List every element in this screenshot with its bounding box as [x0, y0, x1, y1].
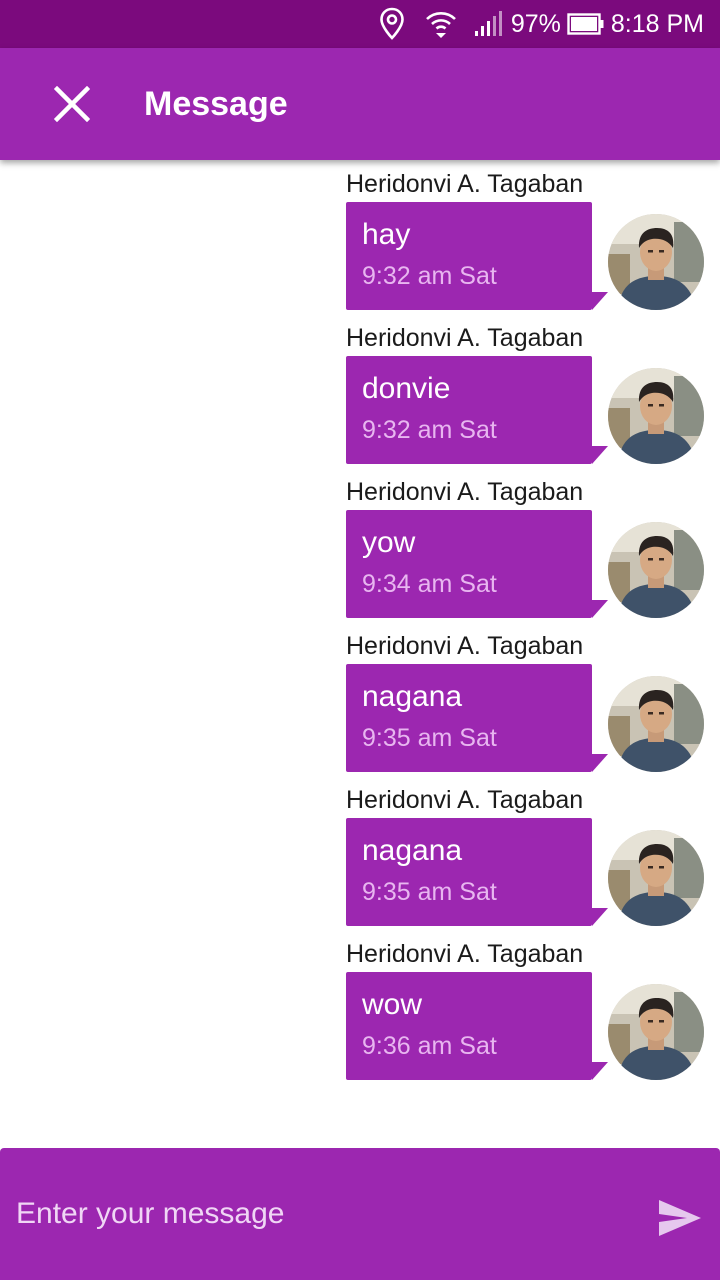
message-sender: Heridonvi A. Tagaban [346, 324, 584, 352]
avatar-photo-shape [674, 530, 704, 590]
bubble-tail [592, 908, 608, 926]
avatar-photo-shape [659, 1020, 664, 1023]
avatar[interactable] [608, 368, 704, 464]
avatar-photo-shape [674, 684, 704, 744]
status-bar: 97% 8:18 PM [0, 0, 720, 48]
avatar-photo-shape [648, 558, 653, 561]
avatar[interactable] [608, 984, 704, 1080]
app-bar: Message [0, 48, 720, 160]
bubble-tail [592, 754, 608, 772]
message-sender: Heridonvi A. Tagaban [346, 786, 584, 814]
message-text: nagana [362, 834, 463, 867]
message-item[interactable]: Heridonvi A. Tagaban nagana 9:35 am Sat [0, 622, 720, 776]
message-item[interactable]: Heridonvi A. Tagaban wow 9:36 am Sat [0, 930, 720, 1084]
bubble-tail [592, 292, 608, 310]
avatar-photo-shape [648, 250, 653, 253]
avatar-photo-shape [648, 404, 653, 407]
message-bubble[interactable]: nagana 9:35 am Sat [346, 818, 592, 926]
battery-percent: 97% [510, 9, 561, 38]
avatar-photo [608, 830, 704, 926]
avatar-photo-shape [659, 558, 664, 561]
avatar-photo-shape [648, 712, 653, 715]
message-bubble[interactable]: yow 9:34 am Sat [346, 510, 592, 618]
avatar-photo-shape [648, 1020, 653, 1023]
message-list[interactable]: Heridonvi A. Tagaban hay 9:32 am Sat Her… [0, 160, 720, 1148]
signal-icon [473, 11, 503, 37]
message-text: nagana [362, 680, 463, 713]
avatar-photo [608, 522, 704, 618]
avatar-photo-shape [659, 712, 664, 715]
message-text: wow [362, 988, 423, 1021]
send-icon [659, 1200, 701, 1236]
message-item[interactable]: Heridonvi A. Tagaban donvie 9:32 am Sat [0, 314, 720, 468]
avatar-photo [608, 368, 704, 464]
location-icon [379, 7, 405, 41]
avatar[interactable] [608, 830, 704, 926]
avatar-photo-shape [648, 866, 653, 869]
clock: 8:18 PM [610, 9, 704, 38]
message-input[interactable] [16, 1184, 616, 1244]
message-sender: Heridonvi A. Tagaban [346, 632, 584, 660]
message-timestamp: 9:32 am Sat [362, 262, 497, 290]
message-bubble[interactable]: wow 9:36 am Sat [346, 972, 592, 1080]
avatar[interactable] [608, 676, 704, 772]
bubble-tail [592, 446, 608, 464]
avatar-photo-shape [674, 838, 704, 898]
message-sender: Heridonvi A. Tagaban [346, 170, 584, 198]
avatar-photo [608, 984, 704, 1080]
message-sender: Heridonvi A. Tagaban [346, 478, 584, 506]
battery-icon [567, 13, 605, 35]
message-sender: Heridonvi A. Tagaban [346, 940, 584, 968]
message-timestamp: 9:35 am Sat [362, 724, 497, 752]
message-bubble[interactable]: nagana 9:35 am Sat [346, 664, 592, 772]
message-timestamp: 9:35 am Sat [362, 878, 497, 906]
message-bubble[interactable]: donvie 9:32 am Sat [346, 356, 592, 464]
message-text: yow [362, 526, 416, 559]
wifi-icon [425, 9, 457, 39]
message-text: donvie [362, 372, 451, 405]
message-item[interactable]: Heridonvi A. Tagaban nagana 9:35 am Sat [0, 776, 720, 930]
avatar-photo-shape [659, 250, 664, 253]
message-timestamp: 9:32 am Sat [362, 416, 497, 444]
avatar[interactable] [608, 214, 704, 310]
avatar-photo-shape [659, 866, 664, 869]
message-item[interactable]: Heridonvi A. Tagaban hay 9:32 am Sat [0, 160, 720, 314]
message-text: hay [362, 218, 411, 251]
avatar-photo [608, 676, 704, 772]
message-timestamp: 9:34 am Sat [362, 570, 497, 598]
bubble-tail [592, 1062, 608, 1080]
avatar-photo-shape [674, 222, 704, 282]
avatar-photo-shape [674, 376, 704, 436]
page-title: Message [144, 85, 288, 123]
message-composer [0, 1148, 720, 1280]
close-icon [54, 86, 90, 122]
message-timestamp: 9:36 am Sat [362, 1032, 497, 1060]
avatar-photo-shape [674, 992, 704, 1052]
message-item[interactable]: Heridonvi A. Tagaban yow 9:34 am Sat [0, 468, 720, 622]
message-bubble[interactable]: hay 9:32 am Sat [346, 202, 592, 310]
send-button[interactable] [652, 1190, 708, 1246]
avatar[interactable] [608, 522, 704, 618]
bubble-tail [592, 600, 608, 618]
avatar-photo [608, 214, 704, 310]
close-button[interactable] [44, 76, 100, 132]
avatar-photo-shape [659, 404, 664, 407]
